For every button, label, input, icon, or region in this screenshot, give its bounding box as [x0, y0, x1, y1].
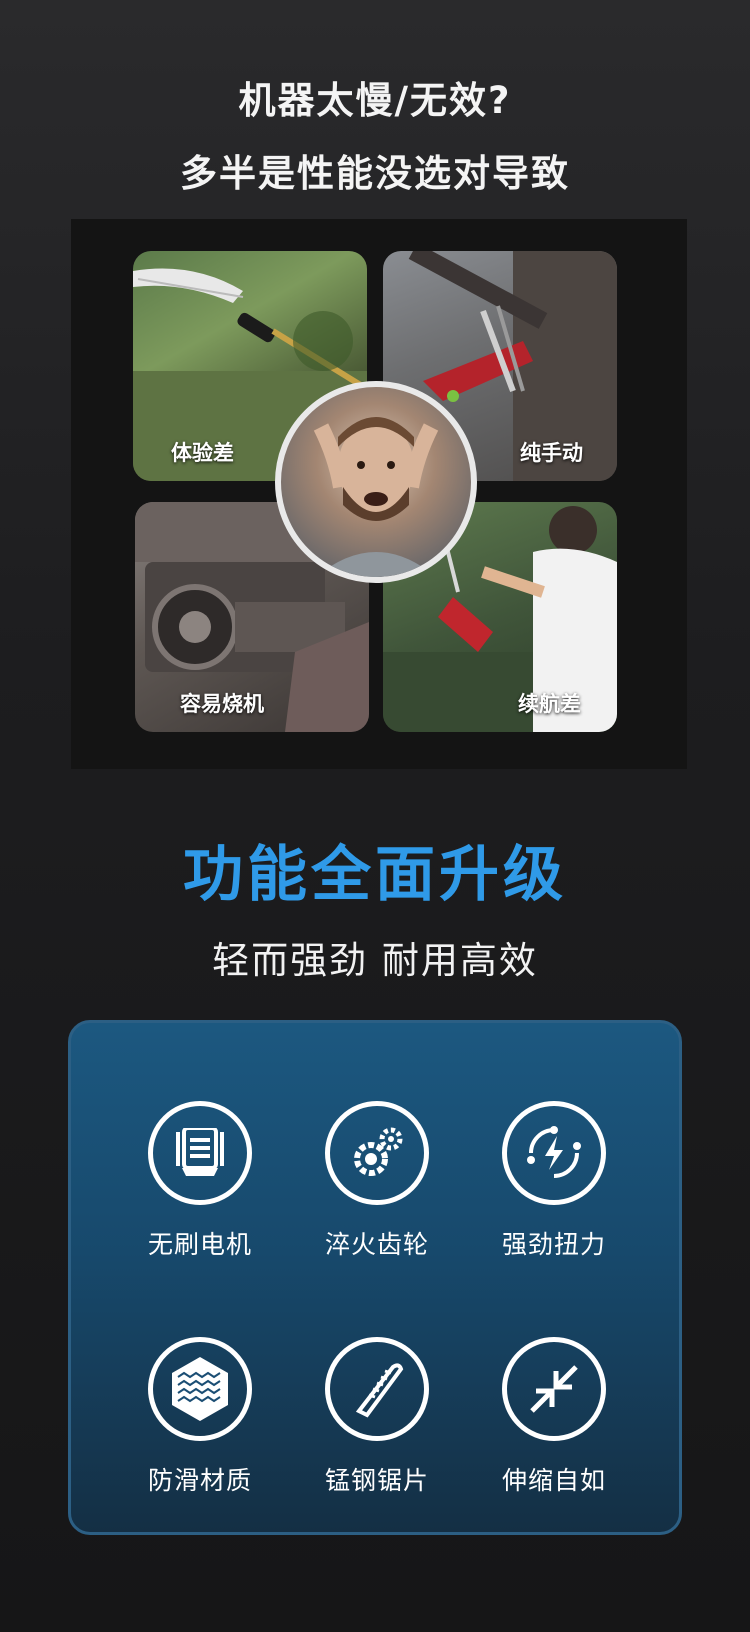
feature-quenched-gears: 淬火齿轮 [287, 1101, 467, 1261]
feature-label: 伸缩自如 [501, 1466, 606, 1495]
feature-label: 强劲扭力 [501, 1230, 606, 1259]
feature-label: 淬火齿轮 [324, 1230, 429, 1259]
brushless-motor-icon [148, 1101, 252, 1205]
feature-anti-slip: 防滑材质 [110, 1337, 290, 1497]
feature-label: 锰钢锯片 [324, 1466, 429, 1495]
pain-points-panel: 体验差 纯手动 容易烧机 续航差 [71, 219, 687, 769]
features-card: 无刷电机 淬火齿轮 强劲扭力 防滑材质 锰钢锯片 伸缩自如 [68, 1020, 682, 1535]
gears-icon [325, 1101, 429, 1205]
pain-caption-1: 体验差 [171, 441, 234, 465]
section-subtitle: 轻而强劲 耐用高效 [212, 939, 538, 982]
feature-label: 防滑材质 [147, 1466, 252, 1495]
retract-arrows-icon [502, 1337, 606, 1441]
pain-caption-3: 容易烧机 [180, 692, 264, 716]
feature-brushless-motor: 无刷电机 [110, 1101, 290, 1261]
feature-strong-torque: 强劲扭力 [464, 1101, 644, 1261]
lightning-torque-icon [502, 1101, 606, 1205]
pain-caption-4: 续航差 [518, 692, 581, 716]
frustrated-man-photo [275, 381, 477, 583]
feature-retractable: 伸缩自如 [464, 1337, 644, 1497]
section-title: 功能全面升级 [183, 840, 567, 910]
anti-slip-texture-icon [148, 1337, 252, 1441]
headline-line-2: 多半是性能没选对导致 [180, 152, 570, 195]
saw-blade-icon [325, 1337, 429, 1441]
headline-line-1: 机器太慢/无效? [238, 79, 512, 122]
pain-caption-2: 纯手动 [520, 441, 583, 465]
feature-label: 无刷电机 [147, 1230, 252, 1259]
feature-manganese-blade: 锰钢锯片 [287, 1337, 467, 1497]
